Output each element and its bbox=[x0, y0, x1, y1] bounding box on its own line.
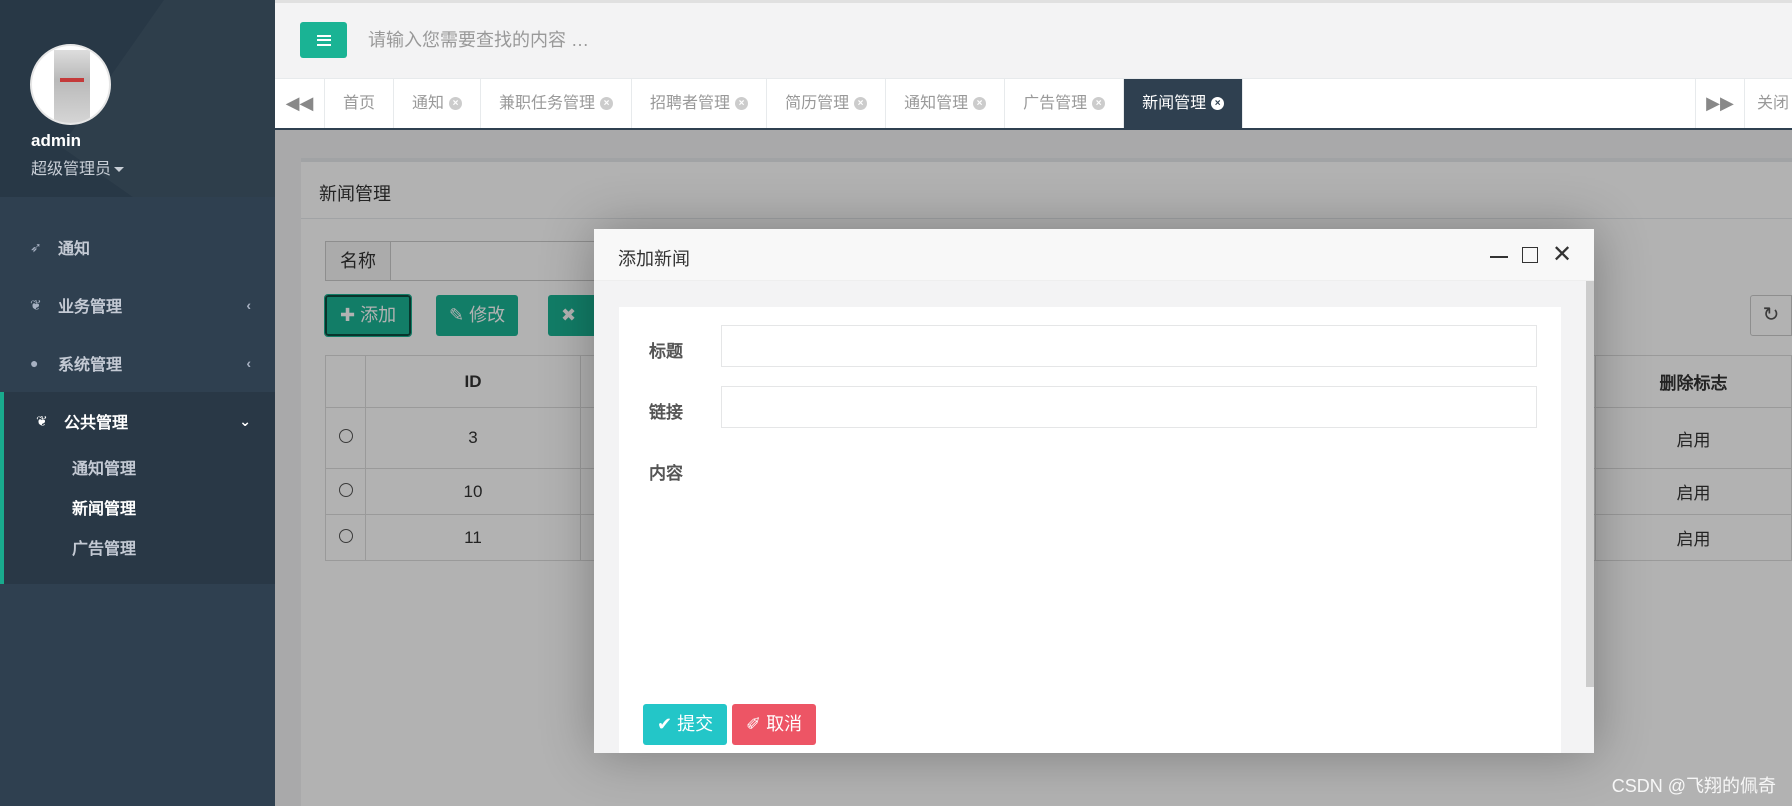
user-icon: ● bbox=[30, 355, 39, 371]
watermark: CSDN @飞翔的佩奇 bbox=[1611, 776, 1776, 796]
caret-down-icon bbox=[114, 167, 125, 173]
sidebar-item-label: 系统管理 bbox=[58, 357, 123, 374]
leaf-icon: ❦ bbox=[36, 412, 48, 429]
tab-recruiter[interactable]: 招聘者管理 × bbox=[632, 79, 768, 128]
tab-label: 通知 bbox=[412, 95, 445, 112]
username: admin bbox=[31, 131, 82, 150]
add-news-dialog: 添加新闻 ✕ 标题 链接 内容 ✔ 提交 ✐ 取消 bbox=[594, 229, 1594, 753]
sidebar-item-label: 业务管理 bbox=[58, 299, 123, 316]
close-tabs-button[interactable]: 关闭 bbox=[1745, 79, 1789, 128]
sidebar-submenu: 通知管理 新闻管理 广告管理 bbox=[36, 450, 275, 584]
submit-button[interactable]: ✔ 提交 bbox=[643, 704, 728, 745]
cancel-label: 取消 bbox=[766, 714, 803, 734]
tabs-scroll-left-button[interactable]: ◀◀ bbox=[275, 79, 325, 128]
tab-label: 兼职任务管理 bbox=[499, 95, 596, 112]
sidebar-subitem-notice-manage[interactable]: 通知管理 bbox=[36, 450, 275, 490]
tab-notice-manage[interactable]: 通知管理 × bbox=[886, 79, 1006, 128]
role-label: 超级管理员 bbox=[31, 161, 112, 178]
dialog-scrollbar[interactable] bbox=[1586, 281, 1594, 687]
sidebar-item-label: 公共管理 bbox=[64, 415, 129, 432]
role-dropdown[interactable]: 超级管理员 bbox=[31, 155, 125, 179]
profile-area: admin 超级管理员 bbox=[0, 0, 275, 197]
content-label: 内容 bbox=[649, 464, 683, 483]
menu-toggle-button[interactable] bbox=[300, 22, 347, 58]
tab-label: 简历管理 bbox=[785, 95, 850, 112]
tab-close-icon[interactable]: × bbox=[973, 97, 987, 110]
tabs-scroll-right-button[interactable]: ▶▶ bbox=[1695, 79, 1745, 128]
dialog-body: 标题 链接 内容 ✔ 提交 ✐ 取消 bbox=[594, 281, 1594, 753]
tab-label: 通知管理 bbox=[904, 95, 969, 112]
tab-close-icon[interactable]: × bbox=[735, 97, 749, 110]
close-icon[interactable]: ✕ bbox=[1550, 243, 1574, 267]
cancel-button[interactable]: ✐ 取消 bbox=[732, 704, 817, 745]
sidebar-item-business[interactable]: ❦ 业务管理 ‹ bbox=[0, 276, 275, 334]
double-chevron-left-icon: ◀◀ bbox=[285, 93, 314, 113]
sidebar: admin 超级管理员 ➶ 通知 ❦ 业务管理 ‹ ● 系统管理 ‹ ❦ 公共管… bbox=[0, 0, 275, 806]
maximize-icon[interactable] bbox=[1518, 243, 1542, 267]
tab-notice[interactable]: 通知 × bbox=[394, 79, 482, 128]
topbar bbox=[275, 0, 1792, 79]
minimize-icon[interactable] bbox=[1487, 243, 1511, 267]
title-input[interactable] bbox=[721, 325, 1537, 367]
chevron-left-icon: ‹ bbox=[246, 355, 251, 371]
double-chevron-right-icon: ▶▶ bbox=[1706, 93, 1734, 113]
tab-close-icon[interactable]: × bbox=[1211, 97, 1225, 110]
sidebar-item-notice[interactable]: ➶ 通知 bbox=[0, 218, 275, 276]
tab-home[interactable]: 首页 bbox=[325, 79, 395, 128]
dialog-header: 添加新闻 ✕ bbox=[594, 229, 1594, 281]
tab-parttime[interactable]: 兼职任务管理 × bbox=[481, 79, 633, 128]
sidebar-group-public: ❦ 公共管理 ⌄ 通知管理 新闻管理 广告管理 bbox=[0, 392, 275, 584]
tabs: 首页 通知 × 兼职任务管理 × 招聘者管理 × 简历管理 × 通知管理 × 广告管理 × … bbox=[325, 79, 1244, 128]
chevron-down-icon: ⌄ bbox=[239, 412, 251, 429]
tab-close-icon[interactable]: × bbox=[854, 97, 868, 110]
dialog-title: 添加新闻 bbox=[618, 249, 690, 269]
leaf-icon: ❦ bbox=[30, 296, 42, 313]
chevron-left-icon: ‹ bbox=[246, 297, 251, 313]
sidebar-item-public[interactable]: ❦ 公共管理 ⌄ bbox=[36, 392, 275, 450]
search-input[interactable] bbox=[368, 23, 868, 57]
avatar[interactable] bbox=[30, 44, 111, 125]
tab-news-manage[interactable]: 新闻管理 × bbox=[1124, 79, 1244, 128]
rocket-icon: ➶ bbox=[30, 238, 42, 255]
tab-ad-manage[interactable]: 广告管理 × bbox=[1005, 79, 1125, 128]
tabs-bar: ◀◀ 首页 通知 × 兼职任务管理 × 招聘者管理 × 简历管理 × 通知管理 × 广告管… bbox=[275, 79, 1792, 130]
tab-close-icon[interactable]: × bbox=[600, 97, 614, 110]
tab-resume[interactable]: 简历管理 × bbox=[767, 79, 887, 128]
news-form: 标题 链接 内容 ✔ 提交 ✐ 取消 bbox=[619, 307, 1561, 753]
link-input[interactable] bbox=[721, 386, 1537, 428]
submit-label: 提交 bbox=[677, 714, 714, 734]
tab-label: 招聘者管理 bbox=[650, 95, 731, 112]
tab-label: 首页 bbox=[343, 95, 376, 112]
sidebar-subitem-ad-manage[interactable]: 广告管理 bbox=[36, 530, 275, 570]
sidebar-item-system[interactable]: ● 系统管理 ‹ bbox=[0, 334, 275, 392]
tab-label: 新闻管理 bbox=[1142, 95, 1207, 112]
tab-close-icon[interactable]: × bbox=[449, 97, 463, 110]
tab-label: 广告管理 bbox=[1023, 95, 1088, 112]
sidebar-item-label: 通知 bbox=[58, 241, 91, 258]
tab-close-icon[interactable]: × bbox=[1092, 97, 1106, 110]
link-label: 链接 bbox=[649, 403, 683, 422]
hamburger-icon bbox=[316, 34, 331, 46]
sidebar-subitem-news-manage[interactable]: 新闻管理 bbox=[36, 490, 275, 530]
title-label: 标题 bbox=[649, 342, 683, 361]
sidebar-nav: ➶ 通知 ❦ 业务管理 ‹ ● 系统管理 ‹ ❦ 公共管理 ⌄ 通知管理 新闻管… bbox=[0, 218, 275, 584]
